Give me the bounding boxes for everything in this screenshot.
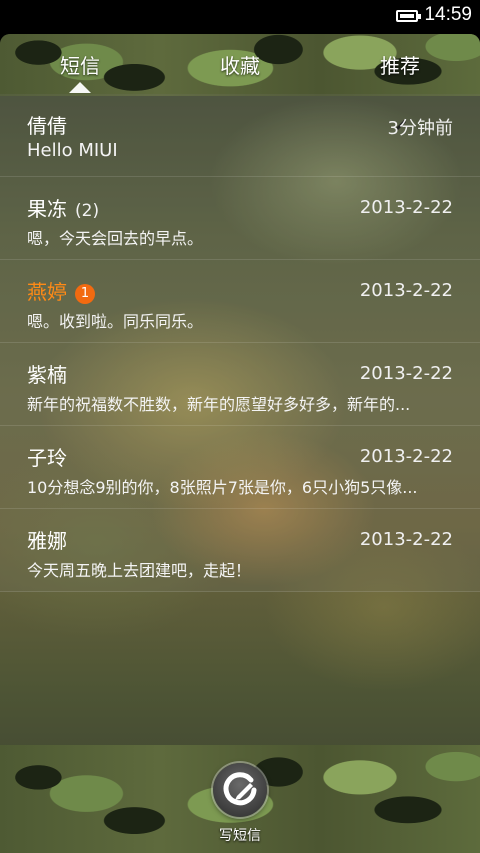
message-date: 2013-2-22 bbox=[359, 529, 453, 550]
battery-icon bbox=[396, 10, 421, 22]
unread-badge: 1 bbox=[75, 284, 95, 304]
message-preview: 10分想念9别的你，8张照片7张是你，6只小狗5只像... bbox=[27, 478, 418, 497]
tab-favorites[interactable]: 收藏 bbox=[180, 50, 300, 79]
message-date: 2013-2-22 bbox=[359, 197, 453, 218]
message-preview: 嗯，今天会回去的早点。 bbox=[27, 229, 204, 248]
contact-name-text: 燕婷 bbox=[27, 280, 67, 304]
conversation-row[interactable]: 燕婷 1 2013-2-22 嗯。收到啦。同乐同乐。 bbox=[0, 260, 480, 343]
contact-name-text: 果冻 bbox=[27, 197, 67, 221]
message-preview: 新年的祝福数不胜数，新年的愿望好多好多，新年的... bbox=[27, 395, 411, 414]
message-preview: 今天周五晚上去团建吧，走起！ bbox=[27, 561, 252, 580]
contact-name: 雅娜 bbox=[27, 529, 67, 553]
conversation-row[interactable]: 子玲 2013-2-22 10分想念9别的你，8张照片7张是你，6只小狗5只像.… bbox=[0, 426, 480, 509]
contact-name: 倩倩 bbox=[27, 114, 67, 138]
contact-name: 燕婷 1 bbox=[27, 276, 95, 305]
tab-messages[interactable]: 短信 bbox=[20, 50, 140, 79]
contact-name: 果冻 (2) bbox=[27, 193, 99, 222]
compose-icon bbox=[223, 772, 257, 806]
message-preview: 嗯。收到啦。同乐同乐。 bbox=[27, 312, 204, 331]
status-bar: 14:59 bbox=[0, 0, 480, 34]
compose-bar: 写短信 bbox=[0, 745, 480, 853]
message-date: 2013-2-22 bbox=[359, 446, 453, 467]
active-tab-indicator bbox=[69, 82, 91, 93]
messaging-screen: 短信 收藏 推荐 倩倩 3分钟前 Hello MIUI 果冻 (2) 2013-2… bbox=[0, 34, 480, 853]
tab-bar: 短信 收藏 推荐 bbox=[0, 34, 480, 94]
conversation-row[interactable]: 紫楠 2013-2-22 新年的祝福数不胜数，新年的愿望好多好多，新年的... bbox=[0, 343, 480, 426]
conversation-row[interactable]: 果冻 (2) 2013-2-22 嗯，今天会回去的早点。 bbox=[0, 177, 480, 260]
message-time: 3分钟前 bbox=[387, 118, 453, 139]
message-date: 2013-2-22 bbox=[359, 280, 453, 301]
compose-label[interactable]: 写短信 bbox=[200, 825, 280, 845]
contact-name: 子玲 bbox=[27, 446, 67, 470]
conversation-list: 倩倩 3分钟前 Hello MIUI 果冻 (2) 2013-2-22 嗯，今天会… bbox=[0, 94, 480, 592]
message-date: 2013-2-22 bbox=[359, 363, 453, 384]
message-preview: Hello MIUI bbox=[27, 140, 118, 161]
tab-recommended[interactable]: 推荐 bbox=[340, 50, 460, 79]
message-count: (2) bbox=[75, 201, 100, 221]
conversation-row[interactable]: 雅娜 2013-2-22 今天周五晚上去团建吧，走起！ bbox=[0, 509, 480, 592]
compose-button[interactable] bbox=[213, 763, 267, 817]
contact-name: 紫楠 bbox=[27, 363, 67, 387]
conversation-row[interactable]: 倩倩 3分钟前 Hello MIUI bbox=[0, 94, 480, 177]
status-time: 14:59 bbox=[424, 4, 472, 25]
